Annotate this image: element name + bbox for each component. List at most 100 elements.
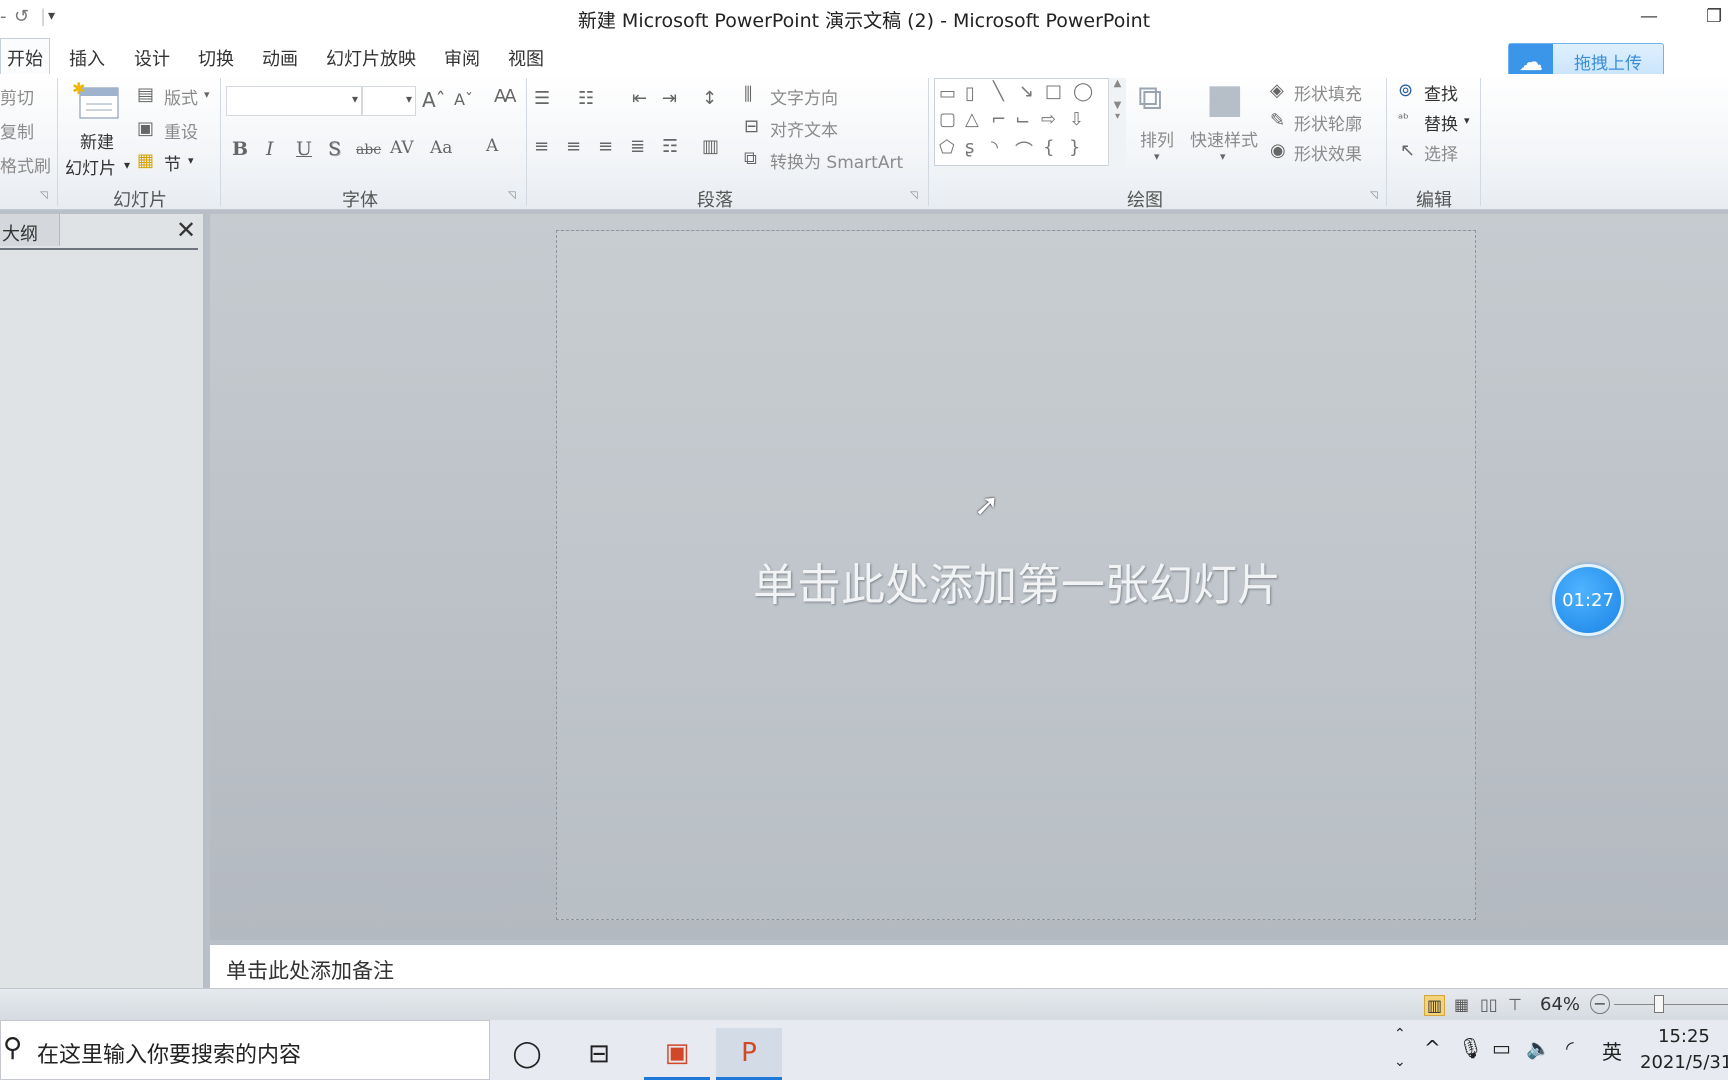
line-shape-icon[interactable]: ╲ bbox=[993, 81, 1004, 102]
tab-view[interactable]: 视图 bbox=[508, 45, 544, 71]
reading-view-icon[interactable]: ▯▯ bbox=[1480, 995, 1498, 1014]
arrange-button[interactable]: 排列 bbox=[1140, 126, 1174, 151]
text-direction-button[interactable]: 文字方向 bbox=[770, 84, 838, 109]
shapes-gallery[interactable]: ▭ ▯ ╲ ↘ □ ◯ ▢ △ ⌐ ⌙ ⇨ ⇩ ⬠ ʂ ◝ ⌒ { } bbox=[934, 78, 1126, 166]
font-launcher-icon[interactable]: ◹ bbox=[508, 190, 516, 201]
restore-icon[interactable]: ❐ bbox=[1706, 6, 1722, 27]
microphone-icon[interactable]: 🎙 bbox=[1458, 1036, 1483, 1060]
oval-shape-icon[interactable]: ◯ bbox=[1073, 81, 1093, 102]
zoom-out-icon[interactable]: − bbox=[1590, 994, 1610, 1014]
search-input[interactable]: 在这里输入你要搜索的内容 bbox=[37, 1037, 301, 1069]
quick-styles-button[interactable]: 快速样式 bbox=[1190, 126, 1258, 151]
zoom-slider-thumb[interactable] bbox=[1654, 995, 1664, 1013]
reset-button[interactable]: 重设 bbox=[164, 118, 198, 143]
cut-button[interactable]: 剪切 bbox=[0, 84, 34, 109]
clock-time[interactable]: 15:25 bbox=[1658, 1026, 1710, 1047]
shape-fill-button[interactable]: 形状填充 bbox=[1294, 80, 1362, 105]
find-button[interactable]: 查找 bbox=[1424, 80, 1458, 105]
close-icon[interactable]: ✕ bbox=[176, 216, 196, 244]
ime-indicator[interactable]: 英 bbox=[1602, 1036, 1622, 1065]
quick-styles-dropdown-icon[interactable]: ▾ bbox=[1220, 150, 1226, 163]
replace-button[interactable]: 替换 bbox=[1424, 110, 1458, 135]
shadow-button[interactable]: S bbox=[328, 138, 341, 160]
slide-sorter-icon[interactable]: ▦ bbox=[1454, 995, 1469, 1014]
clear-formatting-icon[interactable]: Ꜳ bbox=[494, 86, 517, 107]
copy-button[interactable]: 复制 bbox=[0, 118, 34, 143]
underline-button[interactable]: U bbox=[296, 138, 312, 160]
zoom-slider[interactable] bbox=[1614, 1004, 1728, 1005]
section-dropdown-icon[interactable]: ▾ bbox=[188, 154, 194, 167]
office-app-icon[interactable]: ▣ bbox=[644, 1028, 710, 1080]
rectangle-shape-icon[interactable]: □ bbox=[1045, 81, 1062, 102]
tab-animations[interactable]: 动画 bbox=[262, 45, 298, 71]
section-button[interactable]: 节 bbox=[164, 150, 181, 175]
justify-icon[interactable]: ≣ bbox=[630, 136, 645, 157]
elbow-arrow-connector-icon[interactable]: ⌙ bbox=[1015, 109, 1030, 130]
align-left-icon[interactable]: ≡ bbox=[534, 136, 549, 157]
recording-timer[interactable]: 01:27 bbox=[1552, 564, 1624, 636]
curve-shape-icon[interactable]: ⌒ bbox=[1015, 137, 1033, 163]
taskbar-search-box[interactable]: ⚲ 在这里输入你要搜索的内容 bbox=[0, 1020, 490, 1080]
strikethrough-button[interactable]: abc bbox=[356, 142, 381, 158]
arrow-line-shape-icon[interactable]: ↘ bbox=[1019, 81, 1034, 102]
clipboard-launcher-icon[interactable]: ◹ bbox=[40, 190, 48, 201]
tab-transitions[interactable]: 切换 bbox=[198, 45, 234, 71]
columns-icon[interactable]: ▥ bbox=[702, 136, 719, 157]
increase-indent-icon[interactable]: ⇥ bbox=[662, 88, 677, 109]
bold-button[interactable]: B bbox=[232, 138, 248, 160]
clock-date[interactable]: 2021/5/31 bbox=[1640, 1052, 1728, 1073]
cortana-icon[interactable]: ◯ bbox=[494, 1028, 560, 1080]
right-brace-shape-icon[interactable]: } bbox=[1069, 137, 1080, 158]
triangle-shape-icon[interactable]: △ bbox=[965, 109, 979, 130]
volume-icon[interactable]: 🔈 bbox=[1526, 1036, 1551, 1060]
tab-outline[interactable]: 大纲 bbox=[0, 214, 60, 246]
textbox-shape-icon[interactable]: ▭ bbox=[939, 83, 956, 104]
freeform-shape-icon[interactable]: ⬠ bbox=[939, 137, 955, 158]
shrink-font-icon[interactable]: Aˇ bbox=[454, 90, 473, 109]
layout-dropdown-icon[interactable]: ▾ bbox=[204, 88, 210, 101]
minimize-icon[interactable]: — bbox=[1640, 6, 1658, 27]
change-case-button[interactable]: Aa bbox=[430, 138, 452, 158]
scroll-down-icon[interactable]: ⌄ bbox=[1394, 1054, 1406, 1070]
tab-insert[interactable]: 插入 bbox=[69, 45, 105, 71]
align-center-icon[interactable]: ≡ bbox=[566, 136, 581, 157]
normal-view-icon[interactable]: ▥ bbox=[1424, 995, 1446, 1016]
char-spacing-button[interactable]: AV bbox=[390, 138, 414, 158]
italic-button[interactable]: I bbox=[266, 138, 274, 160]
notes-pane[interactable]: 单击此处添加备注 bbox=[210, 944, 1728, 988]
slide-canvas[interactable]: 单击此处添加第一张幻灯片 bbox=[556, 230, 1476, 920]
slideshow-view-icon[interactable]: ⊤ bbox=[1508, 995, 1522, 1014]
battery-icon[interactable]: ▭ bbox=[1492, 1036, 1511, 1060]
left-brace-shape-icon[interactable]: { bbox=[1043, 137, 1054, 158]
line-spacing-icon[interactable]: ↕ bbox=[702, 88, 717, 109]
tab-design[interactable]: 设计 bbox=[134, 45, 170, 71]
numbering-icon[interactable]: ☷ bbox=[578, 88, 594, 109]
show-hidden-icons-icon[interactable]: ^ bbox=[1424, 1036, 1441, 1060]
notes-placeholder[interactable]: 单击此处添加备注 bbox=[226, 955, 394, 985]
wifi-icon[interactable]: ◜ bbox=[1566, 1036, 1574, 1060]
distribute-icon[interactable]: ☶ bbox=[662, 136, 678, 157]
elbow-connector-icon[interactable]: ⌐ bbox=[991, 109, 1006, 130]
paragraph-launcher-icon[interactable]: ◹ bbox=[910, 190, 918, 201]
tab-review[interactable]: 审阅 bbox=[444, 45, 480, 71]
arc-shape-icon[interactable]: ◝ bbox=[991, 137, 998, 158]
rounded-rect-shape-icon[interactable]: ▢ bbox=[939, 109, 956, 130]
scribble-shape-icon[interactable]: ʂ bbox=[965, 137, 974, 158]
tab-slideshow[interactable]: 幻灯片放映 bbox=[326, 45, 416, 71]
decrease-indent-icon[interactable]: ⇤ bbox=[632, 88, 647, 109]
new-slide-dropdown-icon[interactable]: ▾ bbox=[124, 158, 130, 172]
shape-effects-button[interactable]: 形状效果 bbox=[1294, 140, 1362, 165]
align-text-button[interactable]: 对齐文本 bbox=[770, 116, 838, 141]
right-arrow-shape-icon[interactable]: ⇨ bbox=[1041, 109, 1056, 130]
replace-dropdown-icon[interactable]: ▾ bbox=[1464, 114, 1470, 127]
layout-button[interactable]: 版式 bbox=[164, 84, 198, 109]
new-slide-label-2[interactable]: 幻灯片 bbox=[65, 154, 116, 179]
shape-outline-button[interactable]: 形状轮廓 bbox=[1294, 110, 1362, 135]
new-slide-icon[interactable]: ✱ bbox=[72, 79, 122, 124]
powerpoint-app-icon[interactable]: P bbox=[716, 1028, 782, 1080]
format-painter-button[interactable]: 格式刷 bbox=[0, 152, 51, 177]
font-size-combo[interactable] bbox=[362, 86, 416, 116]
task-view-icon[interactable]: ⊟ bbox=[566, 1028, 632, 1080]
grow-font-icon[interactable]: Aˆ bbox=[422, 88, 446, 112]
shapes-gallery-scroll[interactable]: ▲ ▼ ▾ bbox=[1108, 78, 1126, 166]
